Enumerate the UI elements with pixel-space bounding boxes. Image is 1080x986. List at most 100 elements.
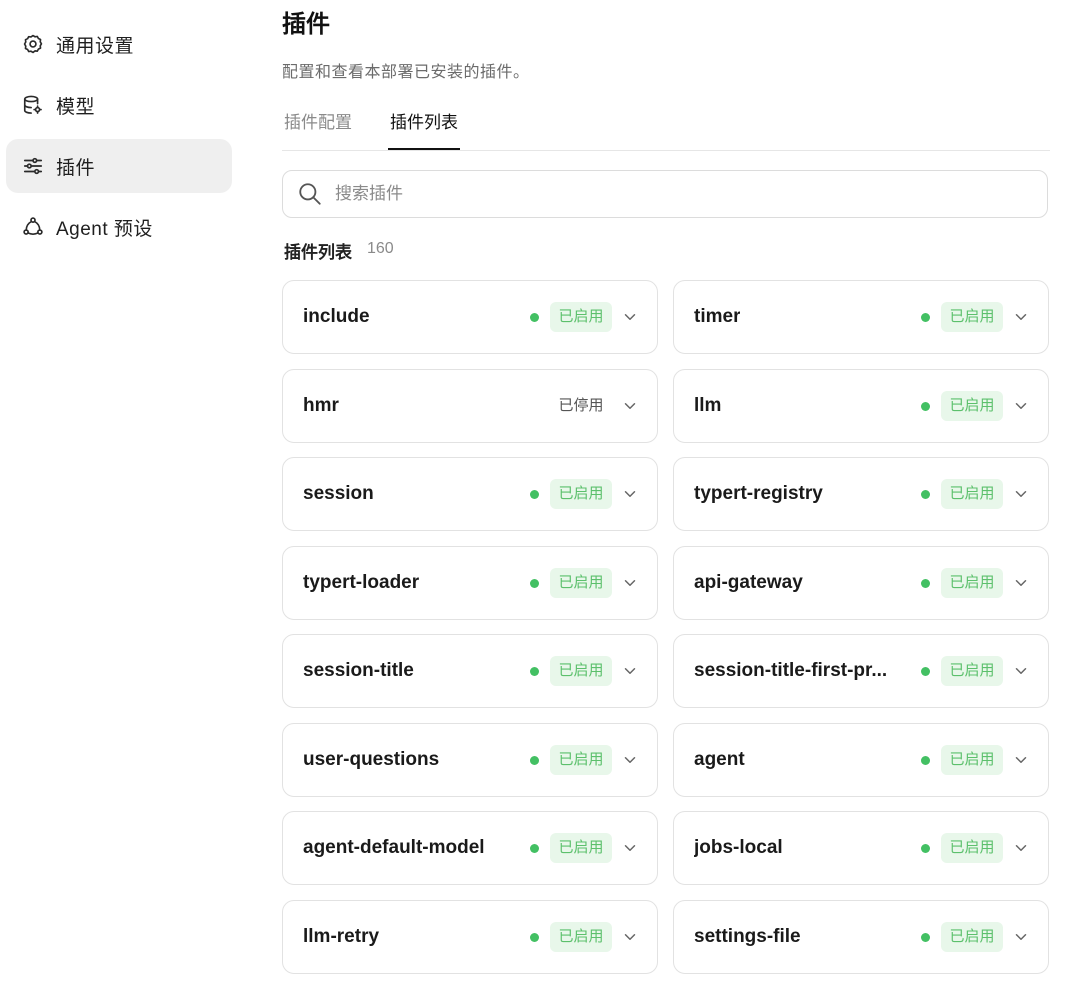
status-badge: 已启用 [550, 479, 612, 509]
status-badge: 已启用 [941, 302, 1003, 332]
status-dot [921, 401, 930, 411]
status-badge: 已启用 [550, 302, 612, 332]
plugin-name: user-questions [303, 748, 440, 770]
status-dot [530, 667, 539, 676]
plugin-count: 160 [367, 240, 394, 257]
plugin-name: agent-default-model [303, 837, 485, 858]
sidebar-item-general-settings[interactable]: 通用设置 [6, 17, 232, 71]
plugin-card[interactable]: session-title 已启用 [282, 634, 658, 708]
plugin-card[interactable]: timer 已启用 [673, 280, 1049, 354]
status-dot [921, 313, 930, 322]
plugin-card[interactable]: session-title-first-pr... 已启用 [673, 634, 1049, 708]
search-input[interactable] [333, 183, 1017, 205]
status-dot [530, 490, 539, 499]
plugin-card[interactable]: llm 已启用 [673, 368, 1049, 443]
plugin-card[interactable]: agent-default-model 已启用 [282, 811, 658, 885]
chevron-down-icon[interactable] [1012, 662, 1030, 680]
plugin-card[interactable]: hmr 已停用 [282, 368, 658, 443]
sidebar-item-label: 通用设置 [56, 35, 135, 57]
status-badge: 已启用 [550, 656, 612, 686]
plugin-card[interactable]: api-gateway 已启用 [673, 545, 1049, 620]
status-badge: 已停用 [558, 396, 604, 414]
search-box [282, 170, 1048, 218]
tab-plugin-config[interactable]: 插件配置 [284, 104, 352, 150]
status-dot [530, 755, 539, 765]
search-icon [297, 181, 323, 207]
chevron-down-icon[interactable] [621, 485, 639, 503]
chevron-down-icon[interactable] [1012, 574, 1030, 592]
plugin-name: api-gateway [694, 571, 803, 593]
status-badge: 已启用 [550, 567, 612, 598]
page-title: 插件 [282, 11, 330, 38]
plugin-card[interactable]: typert-registry 已启用 [673, 457, 1049, 531]
status-dot [530, 844, 539, 853]
plugin-name: timer [694, 306, 741, 327]
plugin-name: agent [694, 748, 745, 770]
status-badge: 已启用 [941, 567, 1003, 598]
sidebar-item-label: 插件 [56, 157, 96, 179]
tab-plugin-list[interactable]: 插件列表 [388, 104, 460, 150]
sidebar-item-models[interactable]: 模型 [6, 78, 232, 132]
plugin-name: session-title [303, 660, 414, 681]
sidebar-item-agent-presets[interactable]: Agent 预设 [6, 200, 232, 254]
sidebar-item-label: 模型 [56, 96, 96, 118]
sidebar: 通用设置 模型 插件 Agent 预设 [0, 0, 240, 986]
plugin-list-heading: 插件列表 [284, 243, 352, 262]
plugin-card[interactable]: typert-loader 已启用 [282, 545, 658, 620]
status-dot [921, 490, 930, 499]
status-badge: 已启用 [941, 390, 1003, 421]
plugin-card[interactable]: jobs-local 已启用 [673, 811, 1049, 885]
status-dot [921, 578, 930, 588]
main-content: 插件 配置和查看本部署已安装的插件。 插件配置 插件列表 插件列表 160 in… [282, 0, 1050, 986]
chevron-down-icon[interactable] [1012, 751, 1030, 769]
status-dot [530, 578, 539, 588]
chevron-down-icon[interactable] [621, 308, 639, 326]
status-dot [921, 932, 930, 942]
status-badge: 已启用 [941, 921, 1003, 952]
chevron-down-icon[interactable] [1012, 928, 1030, 946]
status-dot [921, 844, 930, 853]
agent-network-icon [22, 216, 44, 238]
status-badge: 已启用 [550, 833, 612, 863]
status-dot [921, 755, 930, 765]
plugin-name: hmr [303, 394, 339, 416]
chevron-down-icon[interactable] [621, 839, 639, 857]
sliders-icon [22, 155, 44, 177]
chevron-down-icon[interactable] [621, 574, 639, 592]
status-dot [921, 667, 930, 676]
plugin-name: include [303, 306, 370, 327]
plugin-card[interactable]: settings-file 已启用 [673, 899, 1049, 974]
plugin-card[interactable]: agent 已启用 [673, 722, 1049, 797]
status-badge: 已启用 [550, 921, 612, 952]
status-badge: 已启用 [941, 479, 1003, 509]
chevron-down-icon[interactable] [1012, 397, 1030, 415]
sidebar-item-label: Agent 预设 [56, 218, 153, 240]
plugin-name: typert-registry [694, 483, 823, 504]
plugin-card[interactable]: include 已启用 [282, 280, 658, 354]
database-icon [22, 94, 44, 116]
chevron-down-icon[interactable] [621, 662, 639, 680]
plugin-name: typert-loader [303, 571, 420, 593]
status-badge: 已启用 [941, 833, 1003, 863]
plugin-card[interactable]: llm-retry 已启用 [282, 899, 658, 974]
chevron-down-icon[interactable] [621, 397, 639, 415]
sidebar-item-plugins[interactable]: 插件 [6, 139, 232, 193]
plugin-card[interactable]: user-questions 已启用 [282, 722, 658, 797]
plugin-name: llm-retry [303, 925, 380, 947]
plugin-name: session [303, 483, 374, 504]
status-dot [530, 313, 539, 322]
plugin-name: jobs-local [694, 837, 783, 858]
status-badge: 已启用 [550, 744, 612, 775]
chevron-down-icon[interactable] [621, 751, 639, 769]
plugin-name: settings-file [694, 925, 801, 947]
chevron-down-icon[interactable] [1012, 308, 1030, 326]
chevron-down-icon[interactable] [621, 928, 639, 946]
tab-bar: 插件配置 插件列表 [282, 104, 1050, 151]
chevron-down-icon[interactable] [1012, 485, 1030, 503]
plugin-card[interactable]: session 已启用 [282, 457, 658, 531]
status-badge: 已启用 [941, 656, 1003, 686]
status-dot [530, 932, 539, 942]
gear-icon [22, 33, 44, 55]
chevron-down-icon[interactable] [1012, 839, 1030, 857]
page-description: 配置和查看本部署已安装的插件。 [282, 64, 530, 81]
